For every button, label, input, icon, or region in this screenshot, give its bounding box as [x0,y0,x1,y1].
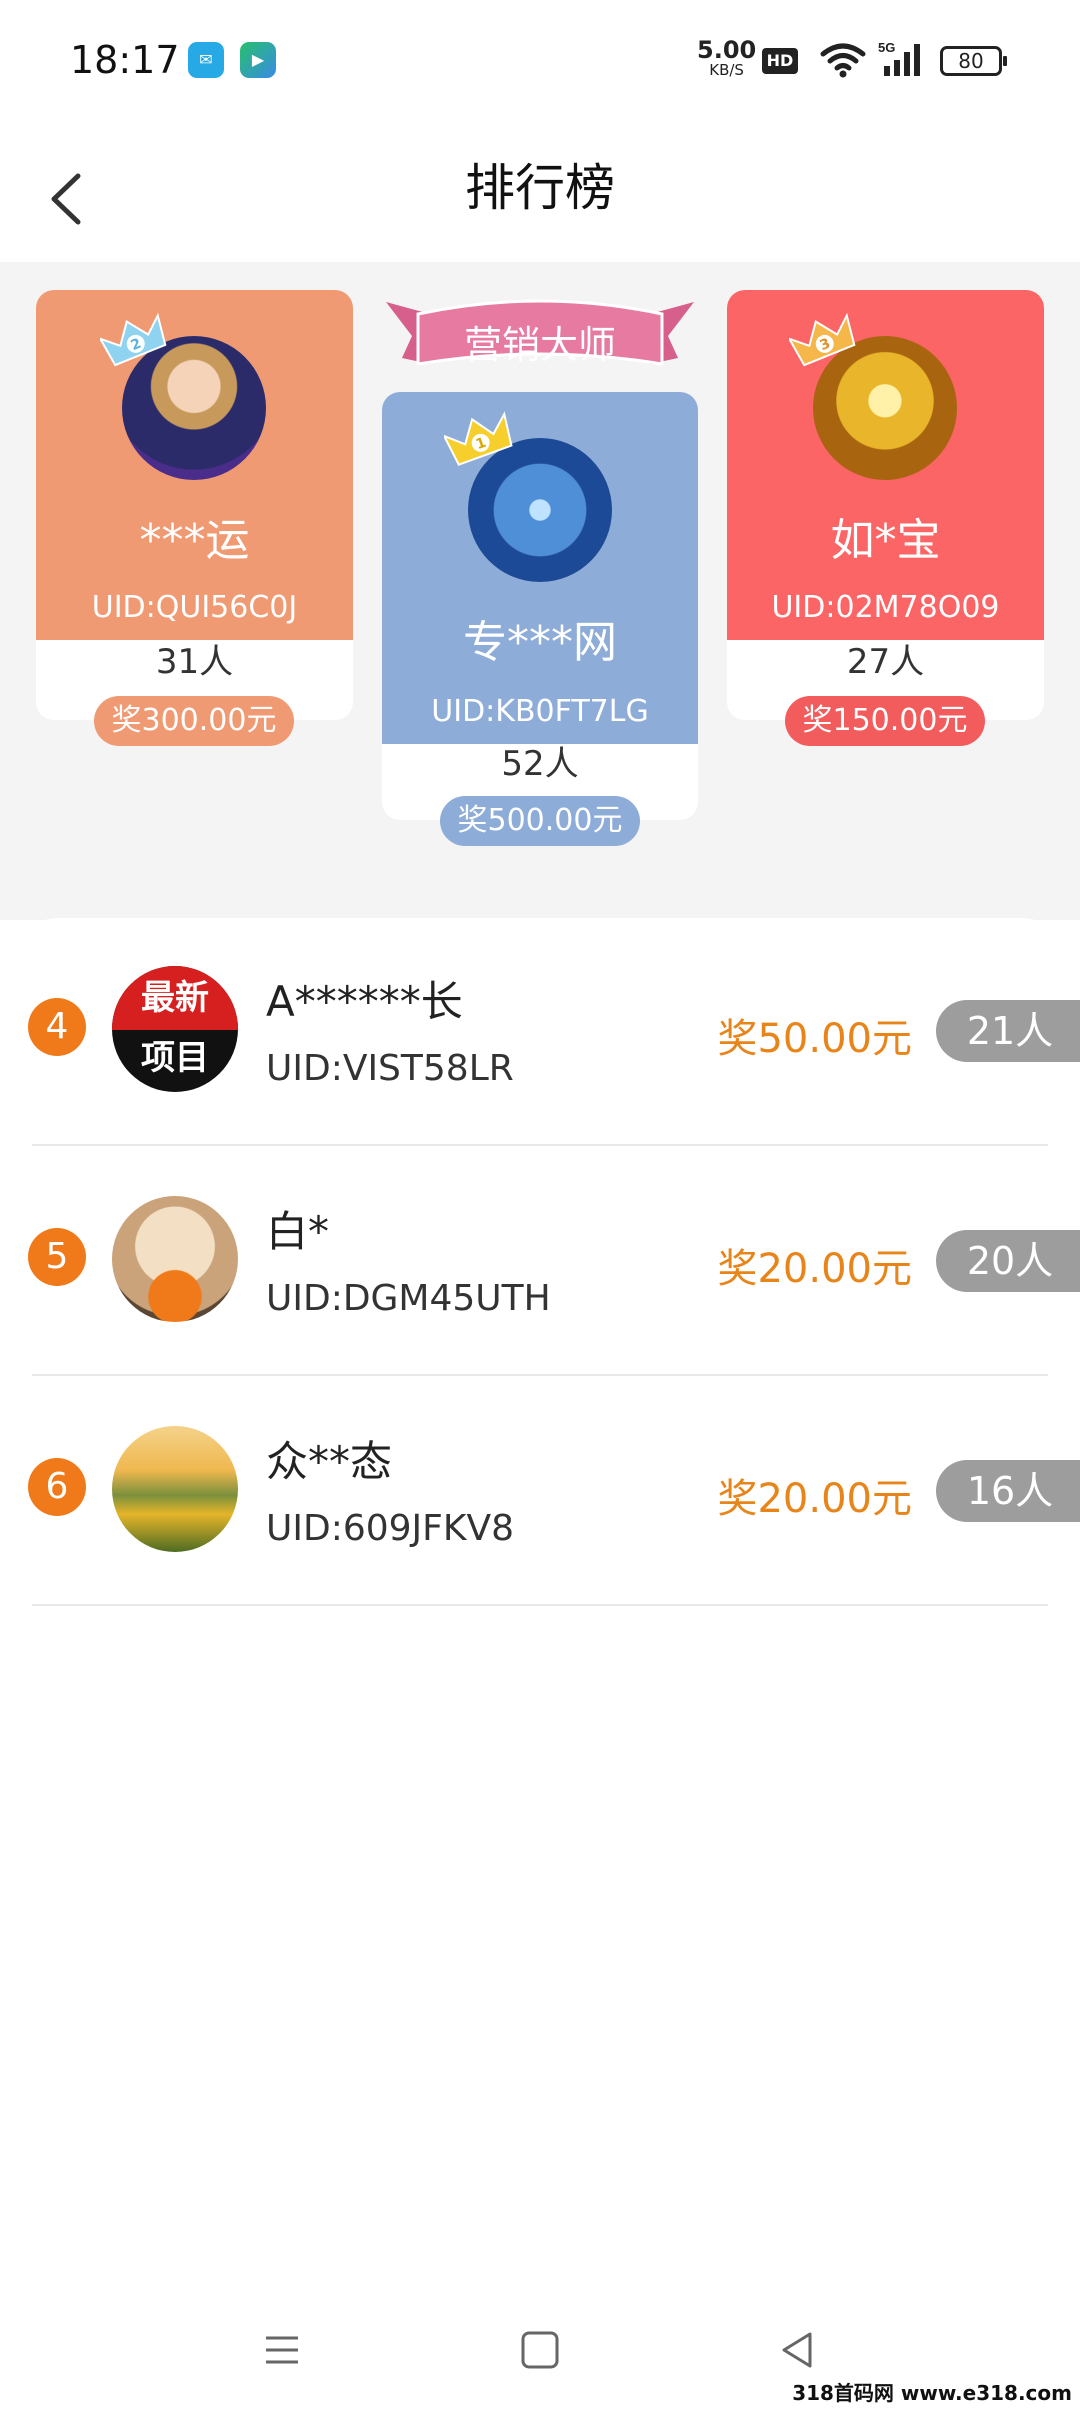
prize-badge: 奖150.00元 [785,696,985,746]
prize-badge: 奖500.00元 [440,796,640,846]
list-item[interactable]: 4 最新 项目 A******长 UID:VIST58LR 奖50.00元 21… [0,918,1080,1148]
podium-name: 如*宝 [830,515,941,566]
rank-badge: 4 [28,998,86,1056]
hd-voice-icon: HD [762,48,798,74]
menu-icon[interactable] [252,2320,312,2380]
network-speed: 5.00 KB/S [697,36,757,79]
podium-count: 31人 [155,642,234,682]
ribbon-label: 营销大师 [463,323,616,367]
invite-count: 21人 [936,1000,1080,1062]
iqiyi-notification-icon: ▶ [240,42,276,78]
podium-uid: UID:02M78O09 [771,590,1000,625]
podium-uid: UID:QUI56C0J [91,590,298,625]
user-name: 众**态 [266,1437,393,1486]
crown-icon: 3 [789,312,856,367]
status-time: 18:17 [70,38,180,82]
page-title: 排行榜 [465,159,615,217]
prize-badge: 奖300.00元 [94,696,294,746]
signal-icon: 5G [878,40,920,76]
home-icon[interactable] [510,2320,570,2380]
header: 排行榜 [0,120,1080,262]
podium-card-second[interactable]: 2 ***运 UID:QUI56C0J 31人 奖300.00元 [36,290,353,746]
avatar [112,1426,238,1552]
podium-name: 专***网 [463,617,617,668]
avatar: 最新 项目 [112,966,238,1092]
status-bar: 18:17 ✉ ▶ 5.00 KB/S HD 5G 80 [0,0,1080,120]
avatar [112,1196,238,1322]
podium: 2 ***运 UID:QUI56C0J 31人 奖300.00元 1 专***网… [0,262,1080,920]
prize-amount: 奖50.00元 [717,1016,912,1062]
prize-amount: 奖20.00元 [717,1246,912,1292]
list-item[interactable]: 5 白* UID:DGM45UTH 奖20.00元 20人 [0,1148,1080,1378]
divider [32,1374,1048,1376]
app-notification-icon: ✉ [188,42,224,78]
list-item[interactable]: 6 众**态 UID:609JFKV8 奖20.00元 16人 [0,1378,1080,1608]
podium-name: ***运 [139,515,250,566]
wifi-icon [820,43,866,78]
crown-icon: 1 [444,411,513,466]
watermark: 318首码网 www.e318.com [792,2381,1072,2405]
crown-icon: 2 [100,312,167,367]
rank-list: 4 最新 项目 A******长 UID:VIST58LR 奖50.00元 21… [0,918,1080,1618]
user-name: 白* [266,1207,330,1256]
podium-card-third[interactable]: 3 如*宝 UID:02M78O09 27人 奖150.00元 [727,290,1044,746]
podium-count: 27人 [846,642,925,682]
invite-count: 20人 [936,1230,1080,1292]
rank-badge: 5 [28,1228,86,1286]
back-icon[interactable] [768,2320,828,2380]
divider [32,1604,1048,1606]
rank-badge: 6 [28,1458,86,1516]
user-name: A******长 [266,977,463,1026]
podium-uid: UID:KB0FT7LG [431,694,649,729]
system-nav-bar: 318首码网 www.e318.com [0,2290,1080,2412]
svg-text:5G: 5G [878,40,895,55]
invite-count: 16人 [936,1460,1080,1522]
user-uid: UID:609JFKV8 [266,1508,514,1549]
title-ribbon: 营销大师 [382,290,698,394]
podium-card-first[interactable]: 1 专***网 UID:KB0FT7LG 52人 奖500.00元 [382,392,698,846]
user-uid: UID:VIST58LR [266,1048,514,1089]
podium-count: 52人 [501,744,579,784]
prize-amount: 奖20.00元 [717,1476,912,1522]
user-uid: UID:DGM45UTH [266,1278,551,1319]
battery-icon: 80 [940,46,1007,76]
divider [32,1144,1048,1146]
